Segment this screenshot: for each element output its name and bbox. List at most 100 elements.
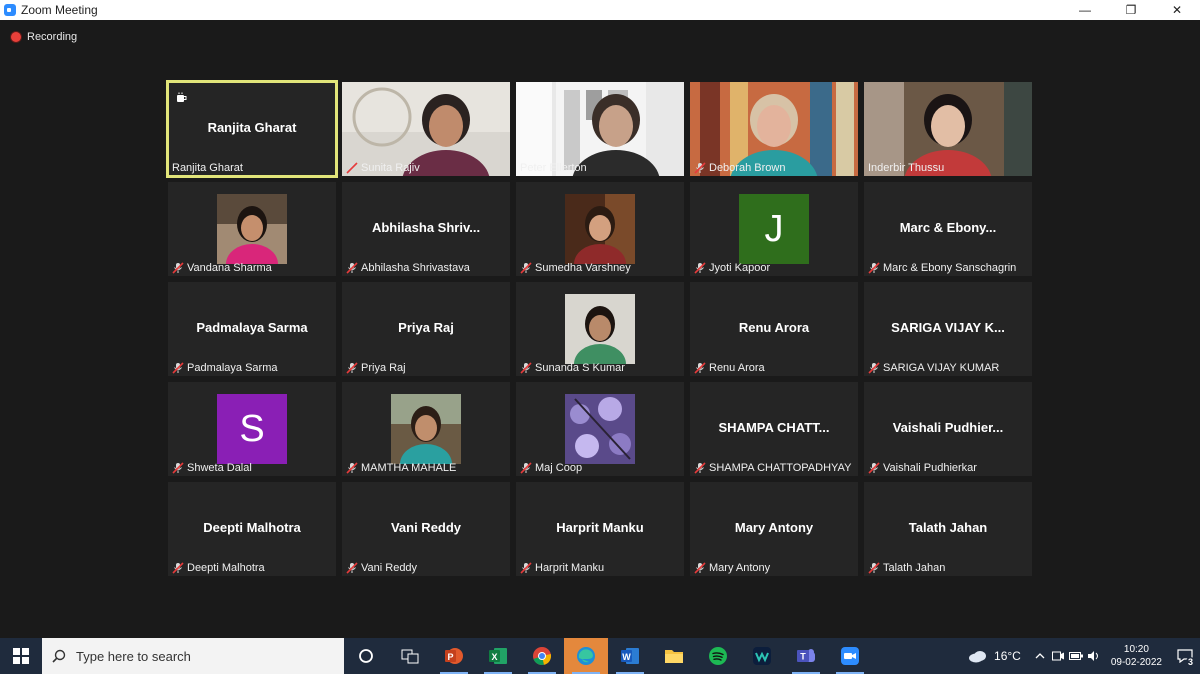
participant-name-label: Renu Arora — [694, 362, 765, 374]
participant-display-name: Marc & Ebony... — [899, 220, 997, 235]
minimize-button[interactable]: — — [1062, 0, 1108, 20]
participant-tile[interactable]: Deborah Brown — [690, 82, 858, 176]
participant-name: Sunita Rajiv — [361, 162, 420, 174]
participant-name: Ranjita Gharat — [172, 162, 243, 174]
meet-now-icon[interactable] — [1049, 638, 1067, 674]
participant-name: SHAMPA CHATTOPADHYAY — [709, 462, 852, 474]
chrome-icon[interactable] — [520, 638, 564, 674]
participant-tile[interactable]: Vani Reddy Vani Reddy — [342, 482, 510, 576]
participant-tile[interactable]: Vandana Sharma — [168, 182, 336, 276]
temperature[interactable]: 16°C — [994, 649, 1021, 663]
muted-mic-icon — [520, 562, 532, 574]
spotify-icon[interactable] — [696, 638, 740, 674]
participant-photo — [217, 194, 287, 264]
weather-icon[interactable] — [966, 638, 990, 674]
task-view-icon[interactable] — [388, 638, 432, 674]
participant-name-label: Priya Raj — [346, 362, 406, 374]
close-button[interactable]: ✕ — [1154, 0, 1200, 20]
muted-mic-icon — [346, 262, 358, 274]
volume-icon[interactable] — [1085, 638, 1103, 674]
participant-name-label: Shweta Dalal — [172, 462, 252, 474]
participant-name-label: Vaishali Pudhierkar — [868, 462, 977, 474]
muted-mic-icon — [868, 562, 880, 574]
clock[interactable]: 10:20 09-02-2022 — [1111, 643, 1162, 669]
participant-name-label: Peter Ellerton — [520, 162, 587, 174]
participant-display-name: Talath Jahan — [908, 520, 988, 535]
start-button[interactable] — [0, 638, 42, 674]
muted-mic-icon — [694, 262, 706, 274]
participant-tile[interactable]: Sunita Rajiv — [342, 82, 510, 176]
search-placeholder: Type here to search — [76, 648, 191, 664]
participant-name-label: Deepti Malhotra — [172, 562, 265, 574]
participant-tile[interactable]: SARIGA VIJAY K... SARIGA VIJAY KUMAR — [864, 282, 1032, 376]
chevron-up-icon[interactable] — [1031, 638, 1049, 674]
participant-name-label: Ranjita Gharat — [172, 162, 243, 174]
participant-name-label: Talath Jahan — [868, 562, 945, 574]
participant-tile[interactable]: Maj Coop — [516, 382, 684, 476]
participant-name-label: Jyoti Kapoor — [694, 262, 770, 274]
participant-tile[interactable]: Talath Jahan Talath Jahan — [864, 482, 1032, 576]
participant-name: Sumedha Varshney — [535, 262, 631, 274]
window-title: Zoom Meeting — [21, 3, 98, 17]
participant-display-name: Abhilasha Shriv... — [371, 220, 481, 235]
notification-center-icon[interactable]: 3 — [1170, 638, 1200, 674]
participant-name-label: Vani Reddy — [346, 562, 417, 574]
participant-tile[interactable]: Vaishali Pudhier... Vaishali Pudhierkar — [864, 382, 1032, 476]
battery-icon[interactable] — [1067, 638, 1085, 674]
participant-name-label: Vandana Sharma — [172, 262, 272, 274]
participant-tile[interactable]: MAMTHA MAHALE — [342, 382, 510, 476]
file-explorer-icon[interactable] — [652, 638, 696, 674]
recording-label: Recording — [27, 31, 78, 43]
edge-icon[interactable] — [564, 638, 608, 674]
participant-display-name: SHAMPA CHATT... — [718, 420, 830, 435]
muted-mic-icon — [172, 262, 184, 274]
word-icon[interactable]: W — [608, 638, 652, 674]
participant-display-name: Mary Antony — [734, 520, 814, 535]
teams-icon[interactable]: T — [784, 638, 828, 674]
participant-display-name: Deepti Malhotra — [203, 520, 301, 535]
taskbar-search-box[interactable]: Type here to search — [42, 638, 344, 674]
participant-tile[interactable]: Priya Raj Priya Raj — [342, 282, 510, 376]
maximize-button[interactable]: ❐ — [1108, 0, 1154, 20]
participant-name: Deborah Brown — [709, 162, 786, 174]
participant-tile[interactable]: SHAMPA CHATT... SHAMPA CHATTOPADHYAY — [690, 382, 858, 476]
muted-mic-icon — [346, 362, 358, 374]
participant-name-label: MAMTHA MAHALE — [346, 462, 456, 474]
recording-indicator[interactable]: Recording — [11, 31, 77, 43]
participant-name: Padmalaya Sarma — [187, 362, 278, 374]
participant-tile[interactable]: Ranjita Gharat Ranjita Gharat — [166, 80, 338, 178]
svg-text:P: P — [447, 652, 453, 662]
participant-name-label: Padmalaya Sarma — [172, 362, 278, 374]
participant-photo — [565, 394, 635, 464]
participant-name-label: SARIGA VIJAY KUMAR — [868, 362, 999, 374]
participant-tile[interactable]: Mary Antony Mary Antony — [690, 482, 858, 576]
participant-tile[interactable]: Abhilasha Shriv... Abhilasha Shrivastava — [342, 182, 510, 276]
svg-text:W: W — [622, 652, 631, 662]
participant-tile[interactable]: Deepti Malhotra Deepti Malhotra — [168, 482, 336, 576]
powerpoint-icon[interactable]: P — [432, 638, 476, 674]
cortana-icon[interactable] — [344, 638, 388, 674]
svg-text:T: T — [800, 652, 806, 662]
participant-tile[interactable]: Sunanda S Kumar — [516, 282, 684, 376]
muted-mic-icon — [694, 562, 706, 574]
participant-tile[interactable]: Peter Ellerton — [516, 82, 684, 176]
participant-tile[interactable]: Marc & Ebony... Marc & Ebony Sanschagrin — [864, 182, 1032, 276]
participant-tile[interactable]: Padmalaya Sarma Padmalaya Sarma — [168, 282, 336, 376]
search-icon — [52, 649, 66, 663]
participant-tile[interactable]: Harprit Manku Harprit Manku — [516, 482, 684, 576]
participant-tile[interactable]: Renu Arora Renu Arora — [690, 282, 858, 376]
participant-name: Talath Jahan — [883, 562, 946, 574]
muted-mic-icon — [346, 562, 358, 574]
excel-icon[interactable]: X — [476, 638, 520, 674]
participant-tile[interactable]: Sumedha Varshney — [516, 182, 684, 276]
participant-name-label: Deborah Brown — [694, 162, 785, 174]
participant-tile[interactable]: S Shweta Dalal — [168, 382, 336, 476]
participant-name-label: Sunita Rajiv — [346, 162, 420, 174]
muted-mic-icon — [520, 362, 532, 374]
zoom-icon[interactable] — [828, 638, 872, 674]
recording-dot-icon — [11, 32, 21, 42]
participant-name-label: SHAMPA CHATTOPADHYAY — [694, 462, 851, 474]
participant-tile[interactable]: J Jyoti Kapoor — [690, 182, 858, 276]
participant-tile[interactable]: Inderbir Thussu — [864, 82, 1032, 176]
webex-icon[interactable] — [740, 638, 784, 674]
